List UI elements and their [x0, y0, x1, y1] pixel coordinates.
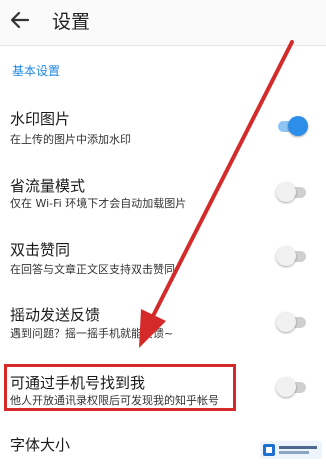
annotation-arrow [139, 40, 294, 348]
site-logo [260, 441, 322, 459]
